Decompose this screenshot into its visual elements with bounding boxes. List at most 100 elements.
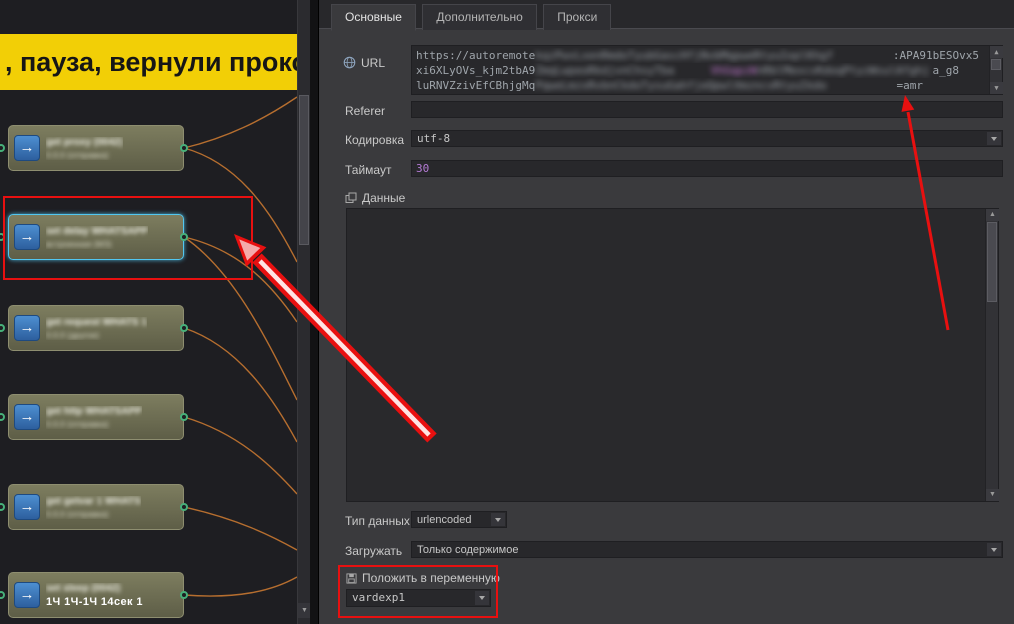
- tab-main[interactable]: Основные: [331, 4, 416, 31]
- node-label-line2: 0.0.0 (отправка): [46, 509, 141, 519]
- canvas-scrollbar[interactable]: ▼: [297, 0, 310, 624]
- url-redacted-text: ZmqLwpeoRkdjvnChsyTba: [535, 63, 710, 78]
- workflow-node-3[interactable]: → get request WHATS 1 0.0.0 (другое): [8, 305, 184, 351]
- url-line-1: https://autoremote kqzPwvLxenRmdoTyubGas…: [416, 48, 985, 63]
- node-output-port[interactable]: [180, 233, 188, 241]
- data-type-dropdown[interactable]: urlencoded: [411, 511, 507, 528]
- url-visible-text: https://autoremote: [416, 48, 535, 63]
- scroll-down-button[interactable]: ▼: [990, 82, 1003, 94]
- node-label: set delay WHATSAPP встроенная (МЗ): [46, 226, 148, 249]
- tab-bar: Основные Дополнительно Прокси: [319, 0, 1014, 29]
- scrollbar-thumb[interactable]: [987, 222, 997, 302]
- scroll-down-button[interactable]: ▼: [986, 489, 999, 501]
- node-label-line1: get request WHATS 1: [46, 317, 147, 328]
- action-arrow-icon: →: [14, 135, 40, 161]
- workflow-node-5[interactable]: → get getvar 1 WHATS 0.0.0 (отправка): [8, 484, 184, 530]
- url-visible-text: a_g8: [933, 63, 960, 78]
- copy-squares-icon: [345, 192, 357, 207]
- url-redacted-variable: VhGqpzW: [711, 63, 757, 78]
- globe-icon: [343, 56, 356, 72]
- url-input[interactable]: https://autoremote kqzPwvLxenRmdoTyubGas…: [411, 45, 1003, 95]
- referer-label: Referer: [345, 104, 385, 118]
- node-output-port[interactable]: [180, 324, 188, 332]
- app-window: , пауза, вернули прокс → get proxy (0042…: [0, 0, 1014, 624]
- node-label: get proxy (0042) 0.0.0 (отправка): [46, 137, 123, 160]
- url-visible-text: :APA91bESOvx5: [893, 48, 979, 63]
- node-output-port[interactable]: [180, 144, 188, 152]
- node-label-line1: set delay WHATSAPP: [46, 226, 148, 237]
- action-arrow-icon: →: [14, 494, 40, 520]
- referer-input[interactable]: [411, 101, 1003, 118]
- url-redacted-text: PqweLmzxRvbnCkdoTysuGahfjeQpwlXmzncvRtyu…: [535, 78, 896, 93]
- properties-panel: Основные Дополнительно Прокси URL https:…: [318, 0, 1014, 624]
- node-label: set sleep (0042) 1Ч 1Ч-1Ч 14сек 1: [46, 583, 143, 608]
- timeout-label: Таймаут: [345, 163, 391, 177]
- node-label-line2: 0.0.0 (другое): [46, 330, 147, 340]
- variable-section-label: Положить в переменную: [346, 571, 500, 587]
- load-mode-value: Только содержимое: [417, 544, 518, 556]
- scroll-down-button[interactable]: ▼: [298, 603, 310, 618]
- node-output-port[interactable]: [180, 503, 188, 511]
- variable-label-text: Положить в переменную: [362, 571, 500, 585]
- workflow-node-2-selected[interactable]: → set delay WHATSAPP встроенная (МЗ): [8, 214, 184, 260]
- node-label-line2: встроенная (МЗ): [46, 239, 148, 249]
- action-arrow-icon: →: [14, 582, 40, 608]
- data-section-label: Данные: [345, 191, 405, 207]
- node-label-line1: get proxy (0042): [46, 137, 123, 148]
- workflow-node-4[interactable]: → get http WHATSAPP 0.0.0 (отправка): [8, 394, 184, 440]
- action-arrow-icon: →: [14, 404, 40, 430]
- url-label-text: URL: [361, 56, 385, 70]
- node-label-line2: 1Ч 1Ч-1Ч 14сек 1: [46, 596, 143, 608]
- encoding-dropdown[interactable]: utf-8: [411, 130, 1003, 147]
- workflow-node-6[interactable]: → set sleep (0042) 1Ч 1Ч-1Ч 14сек 1: [8, 572, 184, 618]
- load-mode-dropdown[interactable]: Только содержимое: [411, 541, 1003, 558]
- variable-value: vardexp1: [352, 591, 405, 604]
- node-label-line1: set sleep (0042): [46, 583, 143, 594]
- node-label-line2: 0.0.0 (отправка): [46, 419, 142, 429]
- load-mode-label: Загружать: [345, 544, 402, 558]
- node-output-port[interactable]: [180, 591, 188, 599]
- url-redacted-text: nRblMexcvKdoqPtyzWsulAfghj: [757, 63, 932, 78]
- node-output-port[interactable]: [180, 413, 188, 421]
- data-type-label: Тип данных: [345, 514, 410, 528]
- action-arrow-icon: →: [14, 224, 40, 250]
- tab-additional[interactable]: Дополнительно: [422, 4, 536, 30]
- node-label-line2: 0.0.0 (отправка): [46, 150, 123, 160]
- panel-divider: [310, 0, 318, 624]
- node-label-line1: get getvar 1 WHATS: [46, 496, 141, 507]
- node-label: get request WHATS 1 0.0.0 (другое): [46, 317, 147, 340]
- action-arrow-icon: →: [14, 315, 40, 341]
- chevron-down-icon: [987, 132, 1001, 145]
- chevron-down-icon: [475, 591, 489, 605]
- node-label: get getvar 1 WHATS 0.0.0 (отправка): [46, 496, 141, 519]
- canvas-note-banner[interactable]: , пауза, вернули прокс: [0, 34, 297, 90]
- chevron-down-icon: [491, 513, 505, 526]
- url-line-2: xi6XLyOVs_kjm2tbA9 ZmqLwpeoRkdjvnChsyTba…: [416, 63, 985, 78]
- scroll-up-button[interactable]: ▲: [986, 209, 999, 221]
- workflow-node-1[interactable]: → get proxy (0042) 0.0.0 (отправка): [8, 125, 184, 171]
- encoding-label: Кодировка: [345, 133, 404, 147]
- variable-combobox[interactable]: vardexp1: [346, 589, 491, 607]
- url-visible-text: xi6XLyOVs_kjm2tbA9: [416, 63, 535, 78]
- data-label-text: Данные: [362, 191, 405, 205]
- workflow-canvas[interactable]: , пауза, вернули прокс → get proxy (0042…: [0, 0, 310, 624]
- timeout-input[interactable]: 30: [411, 160, 1003, 177]
- tab-proxy[interactable]: Прокси: [543, 4, 611, 30]
- url-visible-text: luRNVZzivEfCBhjgMq: [416, 78, 535, 93]
- node-label: get http WHATSAPP 0.0.0 (отправка): [46, 406, 142, 429]
- scrollbar-thumb[interactable]: [991, 59, 1001, 70]
- url-field-scrollbar[interactable]: ▲ ▼: [989, 46, 1002, 94]
- chevron-down-icon: [987, 543, 1001, 556]
- url-redacted-text: kqzPwvLxenRmdoTyubGascHfjNvbMqpweRtyuIop…: [535, 48, 893, 63]
- data-textarea[interactable]: ▲ ▼: [346, 208, 999, 502]
- node-label-line1: get http WHATSAPP: [46, 406, 142, 417]
- save-icon: [346, 573, 357, 587]
- url-line-3: luRNVZzivEfCBhjgMq PqweLmzxRvbnCkdoTysuG…: [416, 78, 985, 93]
- url-label: URL: [343, 56, 385, 72]
- data-scrollbar[interactable]: ▲ ▼: [985, 209, 998, 501]
- encoding-value: utf-8: [417, 132, 450, 145]
- url-visible-text: =amr: [897, 78, 924, 93]
- scroll-up-button[interactable]: ▲: [990, 46, 1003, 58]
- scrollbar-thumb[interactable]: [299, 95, 309, 245]
- data-type-value: urlencoded: [417, 514, 471, 526]
